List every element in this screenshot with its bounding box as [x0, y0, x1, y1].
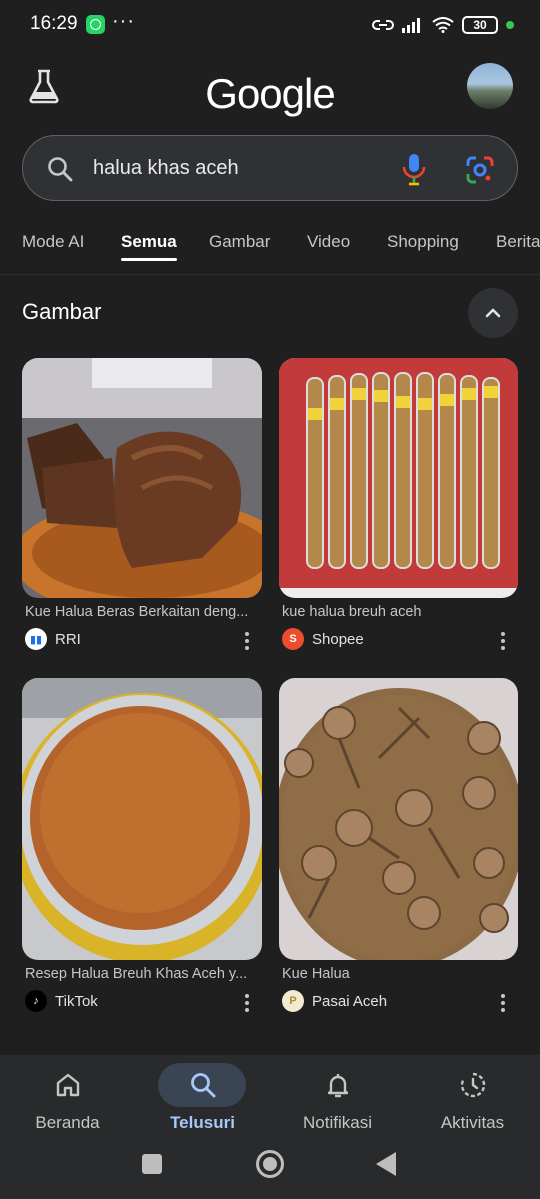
home-button[interactable] [256, 1150, 284, 1178]
more-options-icon[interactable] [241, 992, 253, 1014]
avatar[interactable] [467, 63, 513, 109]
halua-rolls-photo [279, 358, 518, 598]
source-name: TikTok [55, 992, 98, 1010]
nav-label: Telusuri [170, 1113, 235, 1132]
signal-icon [402, 18, 420, 33]
tab-video[interactable]: Video [307, 232, 350, 252]
lens-icon[interactable] [465, 155, 495, 185]
shopee-logo: S [282, 628, 304, 650]
battery-indicator: 30 [462, 16, 498, 34]
more-options-icon[interactable] [497, 630, 509, 652]
image-result[interactable] [279, 678, 518, 960]
search-input[interactable]: halua khas aceh [93, 157, 239, 180]
more-notifications-icon: ··· [112, 10, 135, 32]
active-tab-indicator [121, 258, 177, 261]
privacy-dot [506, 21, 514, 29]
more-options-icon[interactable] [241, 630, 253, 652]
rri-logo: ▮▮ [25, 628, 47, 650]
search-icon [48, 157, 73, 182]
nav-item-telusuri[interactable]: Telusuri [135, 1055, 270, 1145]
tab-berita[interactable]: Berita [496, 232, 540, 252]
image-source[interactable]: ▮▮ RRI [25, 627, 81, 651]
image-caption[interactable]: kue halua breuh aceh [282, 604, 517, 620]
tab-shopping[interactable]: Shopping [387, 232, 459, 252]
section-title: Gambar [22, 299, 102, 324]
source-name: Pasai Aceh [312, 992, 388, 1010]
image-source[interactable]: ♪ TikTok [25, 989, 98, 1013]
tab-gambar[interactable]: Gambar [209, 232, 270, 252]
halua-rose-pattern-photo [279, 678, 518, 960]
image-caption[interactable]: Resep Halua Breuh Khas Aceh y... [25, 966, 260, 982]
search-icon [190, 1073, 215, 1098]
nav-item-beranda[interactable]: Beranda [0, 1055, 135, 1145]
image-source[interactable]: S Shopee [282, 627, 364, 651]
whatsapp-icon [86, 15, 105, 34]
divider [0, 274, 540, 275]
image-caption[interactable]: Kue Halua [282, 966, 517, 982]
image-result[interactable] [279, 358, 518, 598]
source-name: Shopee [312, 630, 364, 648]
halua-tray-photo [22, 678, 262, 960]
recent-apps-button[interactable] [142, 1154, 162, 1174]
tab-mode-ai[interactable]: Mode AI [22, 232, 84, 252]
nav-label: Notifikasi [303, 1113, 372, 1132]
halua-cake-photo [22, 358, 262, 598]
link-icon [372, 20, 394, 30]
tab-semua[interactable]: Semua [121, 232, 177, 252]
status-bar: 16:29 ··· 30 [0, 0, 540, 50]
wifi-icon [432, 17, 454, 33]
nav-item-aktivitas[interactable]: Aktivitas [405, 1055, 540, 1145]
chevron-up-icon [485, 308, 501, 318]
image-caption[interactable]: Kue Halua Beras Berkaitan deng... [25, 604, 260, 620]
image-source[interactable]: P Pasai Aceh [282, 989, 387, 1013]
history-icon [460, 1072, 485, 1098]
bell-icon [327, 1074, 348, 1098]
system-navigation [0, 1140, 540, 1190]
status-icons: 30 [372, 14, 514, 36]
mic-icon[interactable] [401, 152, 427, 186]
nav-item-notifikasi[interactable]: Notifikasi [270, 1055, 405, 1145]
google-logo: Google [205, 70, 335, 117]
search-bar[interactable]: halua khas aceh [22, 135, 518, 201]
nav-label: Aktivitas [440, 1113, 505, 1132]
tiktok-logo: ♪ [25, 990, 47, 1012]
status-time: 16:29 [30, 13, 78, 34]
more-options-icon[interactable] [497, 992, 509, 1014]
back-button[interactable] [376, 1152, 396, 1176]
image-result[interactable] [22, 678, 262, 960]
collapse-button[interactable] [468, 288, 518, 338]
pasai-logo: P [282, 990, 304, 1012]
home-icon [56, 1073, 79, 1097]
image-result[interactable] [22, 358, 262, 598]
source-name: RRI [55, 630, 81, 648]
nav-label: Beranda [35, 1113, 100, 1132]
